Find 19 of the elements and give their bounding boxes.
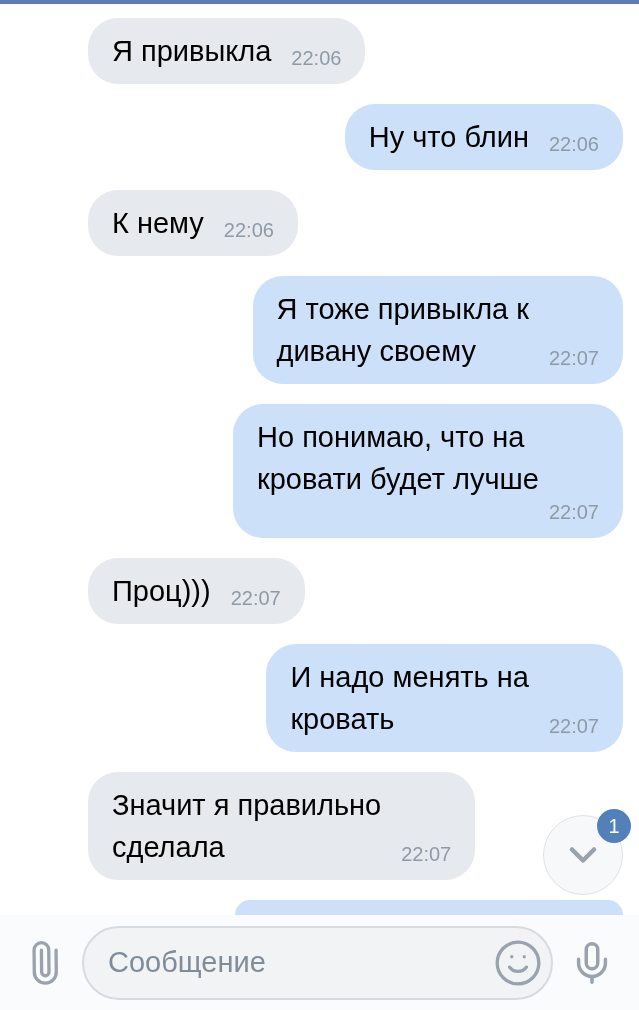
message-field[interactable]: Сообщение bbox=[82, 925, 553, 1000]
message-time: 22:07 bbox=[547, 346, 599, 370]
message-text: Но понимаю, что на кровати будет лучше bbox=[257, 420, 539, 497]
message-text: И надо менять на кровать bbox=[290, 660, 529, 737]
message-text: Я привыкла bbox=[112, 34, 272, 69]
message-text: Проц))) bbox=[112, 574, 211, 609]
message-text: Я тоже привыкла к дивану своему bbox=[276, 292, 529, 369]
message-time: 22:07 bbox=[547, 714, 599, 738]
message-text: Ну что блин bbox=[368, 120, 529, 155]
unread-badge: 1 bbox=[597, 809, 631, 843]
message-time: 22:06 bbox=[547, 132, 599, 156]
message-time: 22:07 bbox=[229, 586, 281, 610]
message-time: 22:06 bbox=[290, 46, 342, 70]
message-text: К нему bbox=[112, 206, 204, 241]
message-text: Значит я правильно сделала bbox=[112, 788, 382, 865]
message-time: 22:07 bbox=[400, 842, 452, 866]
message-time: 22:06 bbox=[222, 218, 274, 242]
message-placeholder: Сообщение bbox=[108, 944, 267, 980]
message-time: 22:07 bbox=[547, 500, 599, 524]
